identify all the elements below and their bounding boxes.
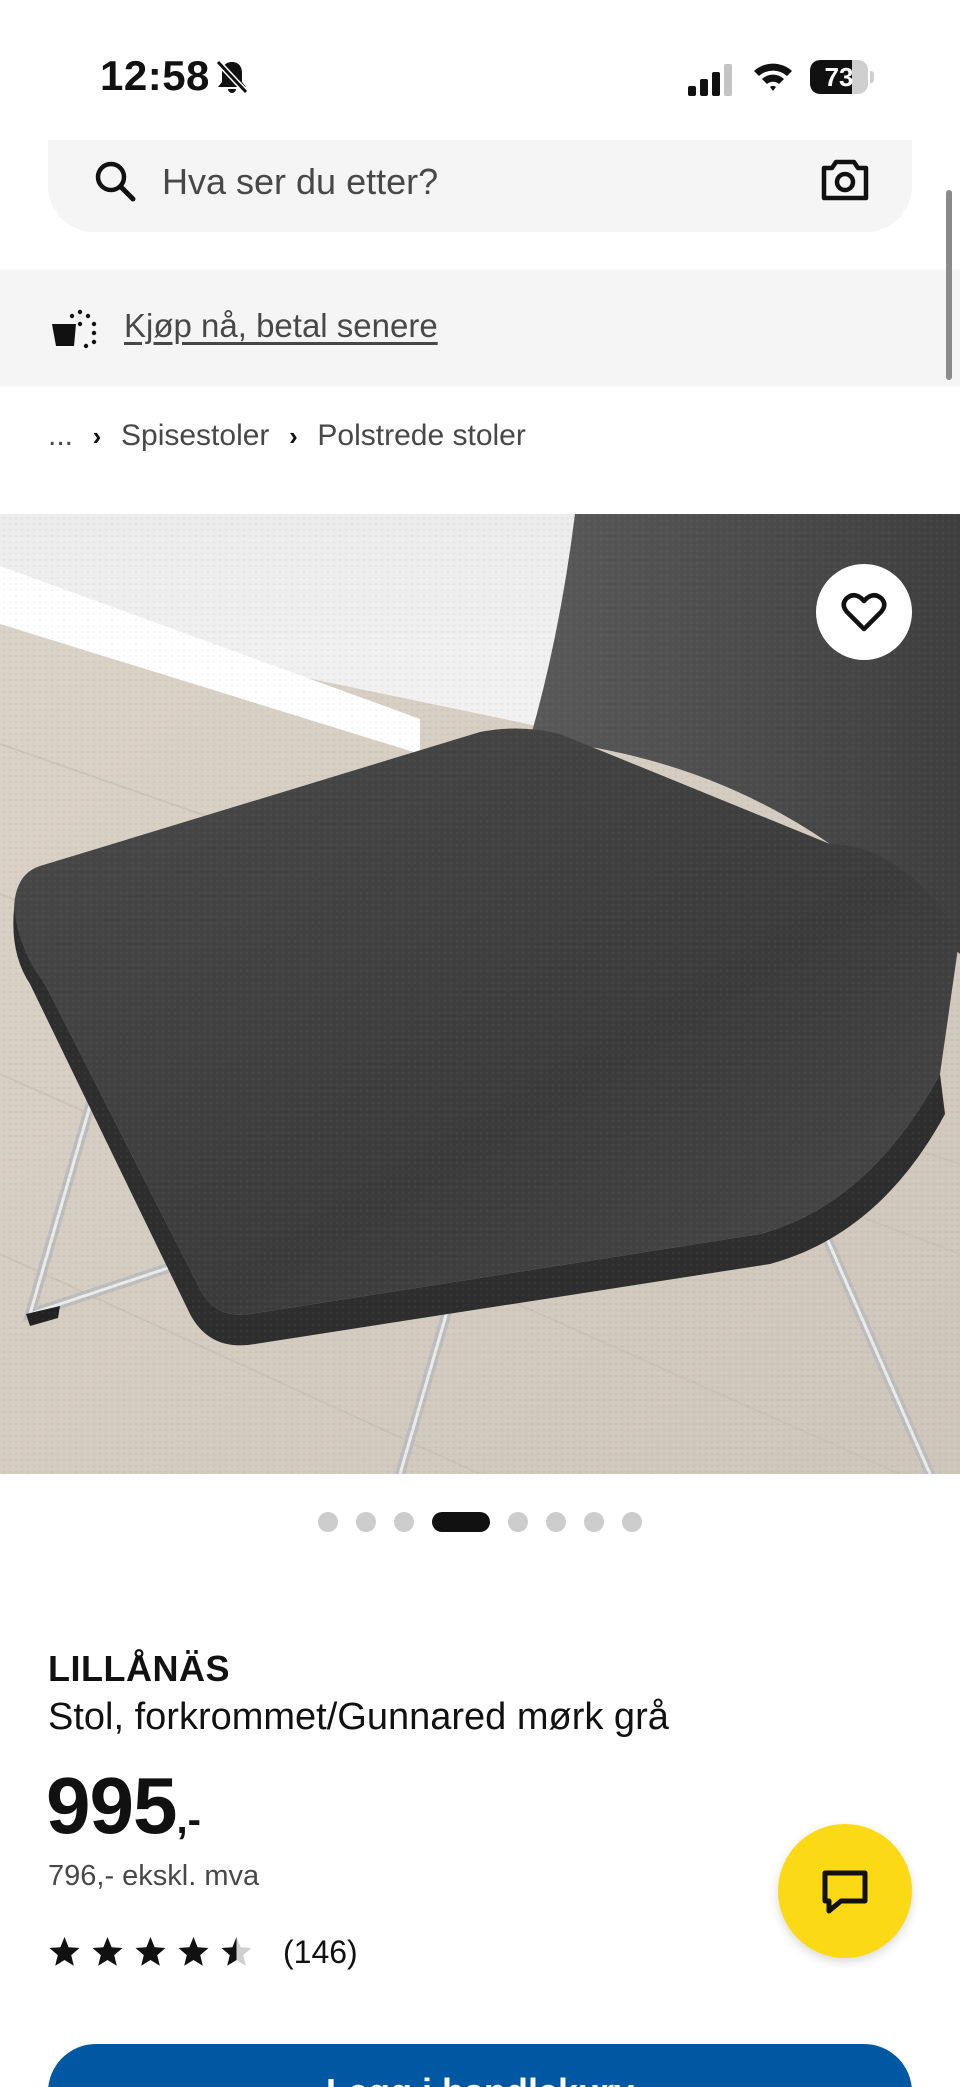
buy-now-pay-later-link[interactable]: Kjøp nå, betal senere — [124, 306, 438, 346]
review-count[interactable]: (146) — [283, 1934, 358, 1971]
carousel-dot[interactable] — [432, 1512, 490, 1532]
product-image[interactable] — [0, 514, 960, 1474]
chevron-right-icon: › — [92, 420, 102, 451]
price-excl-vat: 796,- ekskl. mva — [48, 1860, 260, 1892]
carousel-dot[interactable] — [584, 1512, 604, 1532]
price-suffix: ,- — [176, 1798, 201, 1842]
battery-icon: 73 — [810, 60, 874, 94]
rating-stars — [48, 1936, 253, 1969]
promo-banner: Kjøp nå, betal senere — [0, 270, 960, 386]
carousel-dot[interactable] — [356, 1512, 376, 1532]
chat-icon — [822, 1870, 868, 1914]
carousel-dot[interactable] — [508, 1512, 528, 1532]
product-name: LILLÅNÄS — [48, 1648, 230, 1689]
chevron-right-icon: › — [289, 420, 298, 451]
search-placeholder: Hva ser du etter? — [162, 161, 439, 202]
breadcrumb-item-dining-chairs[interactable]: Spisestoler — [121, 419, 269, 453]
carousel-dot[interactable] — [318, 1512, 338, 1532]
chair-photo — [0, 514, 960, 1474]
favorite-button[interactable] — [816, 564, 912, 660]
price-value: 995 — [46, 1761, 177, 1850]
signal-icon — [688, 64, 732, 96]
star-icon — [221, 1937, 252, 1966]
star-icon — [135, 1937, 166, 1966]
carousel-dot[interactable] — [394, 1512, 414, 1532]
product-rating[interactable]: (146) — [48, 1934, 358, 1971]
breadcrumb-item-more[interactable]: ... — [48, 419, 73, 453]
carousel-pagination[interactable] — [0, 1512, 960, 1532]
add-to-cart-button[interactable]: Legg i handlekurv — [48, 2044, 912, 2087]
heart-icon — [841, 593, 887, 632]
carousel-dot[interactable] — [622, 1512, 642, 1532]
search-input[interactable]: Hva ser du etter? — [48, 140, 912, 232]
product-price: 995 ,- — [46, 1760, 201, 1852]
star-icon — [92, 1937, 123, 1966]
product-description: Stol, forkrommet/Gunnared mørk grå — [48, 1696, 669, 1738]
battery-level: 73 — [824, 62, 854, 92]
chat-button[interactable] — [778, 1824, 912, 1958]
status-bar: 12:58 73 — [0, 0, 960, 140]
bell-off-icon — [215, 59, 249, 95]
scrollbar[interactable] — [946, 190, 952, 380]
star-icon — [178, 1937, 209, 1966]
camera-icon[interactable] — [820, 156, 870, 202]
buy-now-pay-later-icon — [52, 309, 97, 349]
breadcrumb: ... › Spisestoler › Polstrede stoler — [48, 414, 526, 458]
breadcrumb-item-upholstered-chairs[interactable]: Polstrede stoler — [317, 419, 525, 453]
star-icon — [49, 1937, 80, 1966]
carousel-dot[interactable] — [546, 1512, 566, 1532]
search-icon[interactable] — [92, 158, 140, 206]
wifi-icon — [754, 63, 792, 91]
status-time: 12:58 — [100, 52, 210, 99]
